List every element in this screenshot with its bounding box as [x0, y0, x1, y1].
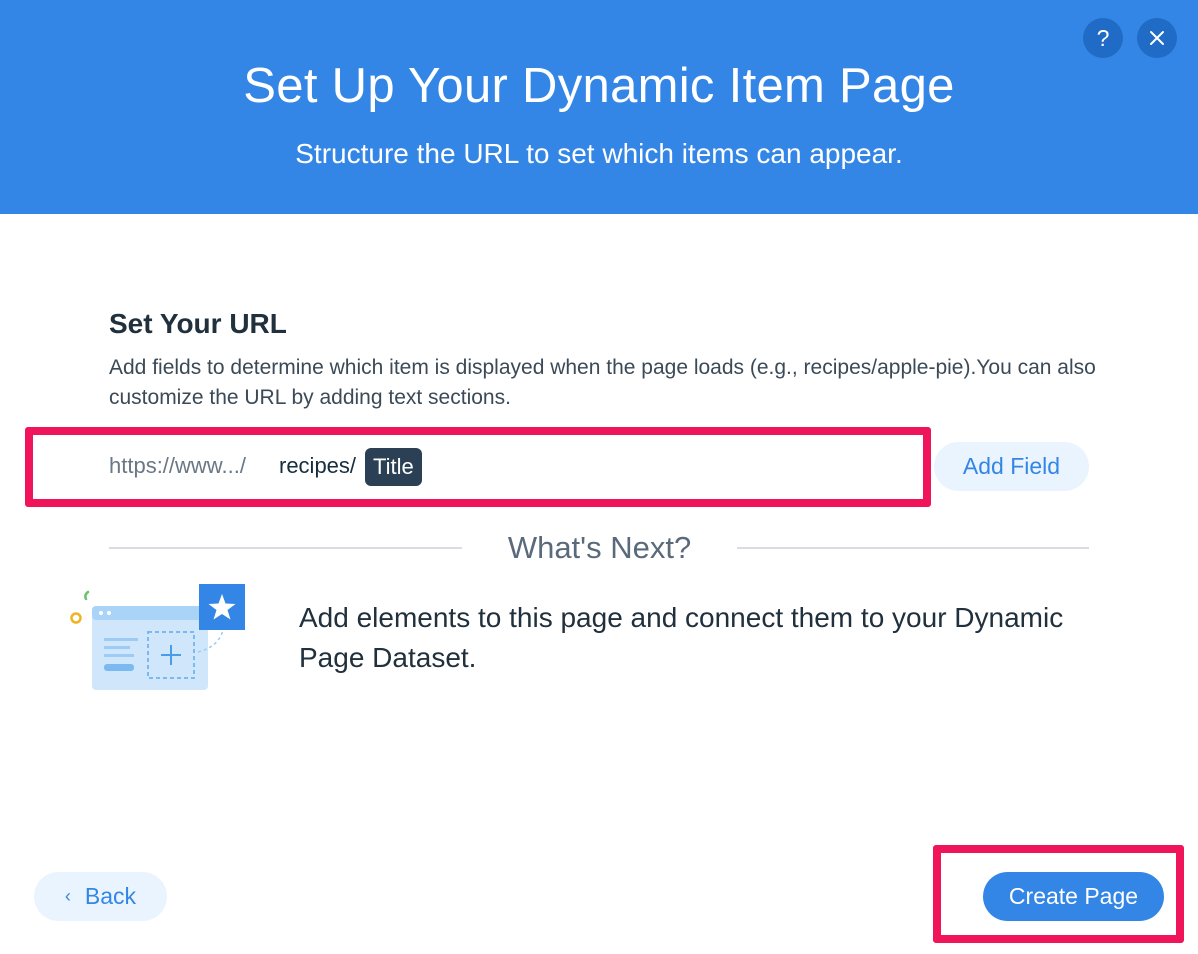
modal-header: Set Up Your Dynamic Item Page Structure … [0, 0, 1198, 214]
whats-next-description: Add elements to this page and connect th… [299, 602, 1064, 673]
add-field-button[interactable]: Add Field [934, 442, 1089, 491]
url-prefix: https://www.../ [109, 453, 246, 478]
whats-next-title: What's Next? [507, 530, 692, 565]
dynamic-page-illustration-icon [70, 584, 245, 690]
url-section-title: Set Your URL [109, 308, 287, 339]
chevron-left-icon: ‹ [64, 886, 71, 906]
close-button[interactable] [1137, 18, 1177, 58]
page-title: Set Up Your Dynamic Item Page [243, 59, 955, 113]
url-text-segment[interactable]: recipes/ [279, 453, 356, 479]
url-field-tag[interactable]: Title [365, 448, 422, 486]
url-section-description: Add fields to determine which item is di… [109, 356, 1096, 409]
divider-left [109, 547, 462, 549]
question-icon: ? [1096, 24, 1110, 51]
close-icon [1150, 31, 1164, 45]
help-button[interactable]: ? [1083, 18, 1123, 58]
page-subtitle: Structure the URL to set which items can… [295, 138, 903, 169]
back-button[interactable]: ‹ Back [34, 872, 167, 921]
divider-right [737, 547, 1089, 549]
back-button-label: Back [84, 883, 137, 909]
create-page-button[interactable]: Create Page [983, 872, 1164, 921]
